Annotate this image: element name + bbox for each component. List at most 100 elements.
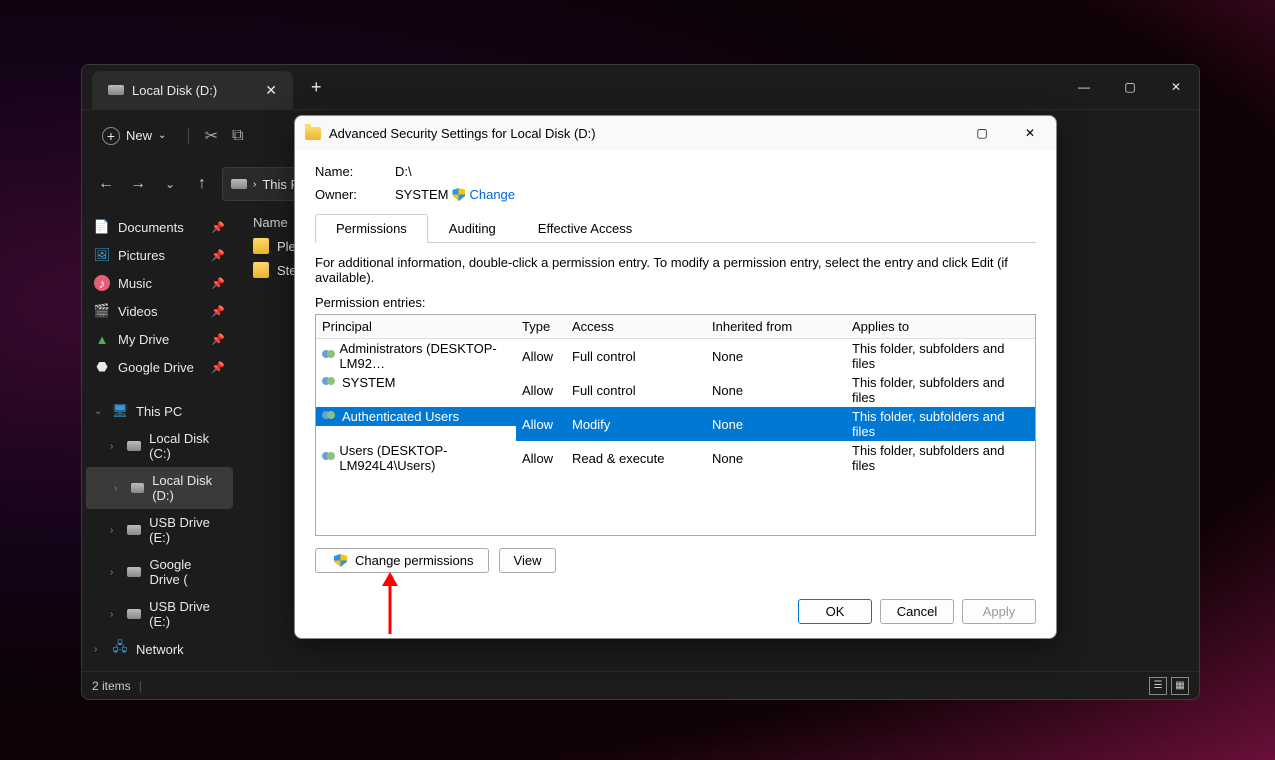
icons-view-button[interactable]: ▦	[1171, 677, 1189, 695]
pin-icon: 📌	[211, 277, 225, 290]
folder-icon	[253, 238, 269, 254]
history-dropdown[interactable]: ⌄	[158, 172, 182, 196]
sidebar-label: Network	[136, 642, 184, 657]
expand-icon[interactable]: ›	[110, 567, 119, 578]
access-cell: Full control	[566, 339, 706, 374]
principal-name: Authenticated Users	[342, 409, 459, 424]
sidebar-item-music[interactable]: ♪Music📌	[82, 269, 237, 297]
permission-row[interactable]: Users (DESKTOP-LM924L4\Users) Allow Read…	[316, 441, 1035, 475]
dialog-maximize-button[interactable]: ▢	[962, 119, 1002, 147]
inherited-cell: None	[706, 407, 846, 441]
type-cell: Allow	[516, 373, 566, 407]
sidebar-label: USB Drive (E:)	[149, 515, 225, 545]
new-tab-button[interactable]: +	[301, 71, 332, 104]
col-applies[interactable]: Applies to	[846, 315, 1035, 339]
disk-icon	[131, 483, 145, 493]
name-row: Name: D:\	[315, 160, 1036, 183]
details-view-button[interactable]: ☰	[1149, 677, 1167, 695]
applies-cell: This folder, subfolders and files	[846, 441, 1035, 475]
sidebar-label: This PC	[136, 404, 182, 419]
disk-icon	[127, 609, 141, 619]
permission-row[interactable]: SYSTEM Allow Full control None This fold…	[316, 373, 1035, 407]
cut-icon[interactable]: ✂	[205, 126, 218, 146]
google-drive-icon: ⬣	[94, 359, 110, 375]
tab-auditing[interactable]: Auditing	[428, 214, 517, 242]
sidebar-item-mydrive[interactable]: ▲My Drive📌	[82, 325, 237, 353]
sidebar-item-this-pc[interactable]: ⌄ 🖥 This PC	[82, 397, 237, 425]
dialog-body: Name: D:\ Owner: SYSTEM Change Permissio…	[295, 150, 1056, 638]
new-label: New	[126, 128, 152, 143]
owner-label: Owner:	[315, 187, 395, 202]
maximize-button[interactable]: ▢	[1107, 68, 1153, 106]
users-icon	[322, 411, 338, 423]
sidebar-item-usb-drive[interactable]: › USB Drive (E:)	[82, 509, 237, 551]
entries-label: Permission entries:	[315, 291, 1036, 314]
col-access[interactable]: Access	[566, 315, 706, 339]
users-icon	[322, 452, 335, 464]
change-permissions-button[interactable]: Change permissions	[315, 548, 489, 573]
explorer-tab[interactable]: Local Disk (D:) ✕	[92, 71, 293, 109]
expand-icon[interactable]: ›	[114, 483, 123, 494]
up-button[interactable]: ↑	[190, 172, 214, 196]
sidebar-item-googledrive[interactable]: ⬣Google Drive📌	[82, 353, 237, 381]
tab-close-icon[interactable]: ✕	[265, 82, 277, 99]
col-principal[interactable]: Principal	[316, 315, 516, 339]
applies-cell: This folder, subfolders and files	[846, 407, 1035, 441]
access-cell: Full control	[566, 373, 706, 407]
sidebar-label: Music	[118, 276, 152, 291]
expand-icon[interactable]: ⌄	[94, 406, 104, 417]
folder-icon	[253, 262, 269, 278]
cancel-button[interactable]: Cancel	[880, 599, 954, 624]
permission-row[interactable]: Authenticated Users Allow Modify None Th…	[316, 407, 1035, 441]
expand-icon[interactable]: ›	[94, 644, 104, 655]
sidebar-item-google-drive-vol[interactable]: › Google Drive (	[82, 551, 237, 593]
window-controls: — ▢ ✕	[1061, 68, 1199, 106]
view-button[interactable]: View	[499, 548, 557, 573]
sidebar-label: Google Drive (	[149, 557, 225, 587]
sidebar-item-videos[interactable]: 🎬Videos📌	[82, 297, 237, 325]
tab-permissions[interactable]: Permissions	[315, 214, 428, 243]
ok-button[interactable]: OK	[798, 599, 872, 624]
pin-icon: 📌	[211, 249, 225, 262]
tab-effective-access[interactable]: Effective Access	[517, 214, 653, 242]
forward-button[interactable]: →	[126, 172, 150, 196]
change-owner-link[interactable]: Change	[469, 187, 515, 202]
col-inherited[interactable]: Inherited from	[706, 315, 846, 339]
disk-icon	[108, 85, 124, 95]
apply-button[interactable]: Apply	[962, 599, 1036, 624]
sidebar-item-documents[interactable]: 📄Documents📌	[82, 213, 237, 241]
sidebar-item-network[interactable]: ›🖧Network	[82, 635, 237, 663]
pin-icon: 📌	[211, 221, 225, 234]
pc-icon: 🖥	[112, 403, 128, 419]
applies-cell: This folder, subfolders and files	[846, 339, 1035, 374]
access-cell: Modify	[566, 407, 706, 441]
back-button[interactable]: ←	[94, 172, 118, 196]
video-icon: 🎬	[94, 303, 110, 319]
dialog-close-button[interactable]: ✕	[1010, 119, 1050, 147]
expand-icon[interactable]: ›	[110, 525, 119, 536]
new-button[interactable]: + New ⌄	[96, 123, 172, 149]
sidebar-label: Local Disk (D:)	[152, 473, 225, 503]
inherited-cell: None	[706, 339, 846, 374]
sidebar-item-local-disk-c[interactable]: ›Local Disk (C:)	[82, 425, 237, 467]
principal-name: Administrators (DESKTOP-LM92…	[339, 341, 510, 371]
minimize-button[interactable]: —	[1061, 68, 1107, 106]
access-cell: Read & execute	[566, 441, 706, 475]
sidebar-item-local-disk-d[interactable]: › Local Disk (D:)	[86, 467, 233, 509]
disk-icon	[127, 441, 141, 451]
dialog-tabs: Permissions Auditing Effective Access	[315, 214, 1036, 243]
expand-icon[interactable]: ›	[110, 441, 119, 452]
close-button[interactable]: ✕	[1153, 68, 1199, 106]
expand-icon[interactable]: ›	[110, 609, 119, 620]
applies-cell: This folder, subfolders and files	[846, 373, 1035, 407]
col-type[interactable]: Type	[516, 315, 566, 339]
permission-row[interactable]: Administrators (DESKTOP-LM92… Allow Full…	[316, 339, 1035, 374]
sidebar-item-usb-drive-2[interactable]: ›USB Drive (E:)	[82, 593, 237, 635]
sidebar-item-pictures[interactable]: 🖼Pictures📌	[82, 241, 237, 269]
permission-entries-table[interactable]: Principal Type Access Inherited from App…	[315, 314, 1036, 536]
name-value: D:\	[395, 164, 412, 179]
copy-icon[interactable]: ⧉	[232, 127, 243, 145]
pin-icon: 📌	[211, 361, 225, 374]
owner-row: Owner: SYSTEM Change	[315, 183, 1036, 206]
advanced-security-dialog: Advanced Security Settings for Local Dis…	[294, 115, 1057, 639]
